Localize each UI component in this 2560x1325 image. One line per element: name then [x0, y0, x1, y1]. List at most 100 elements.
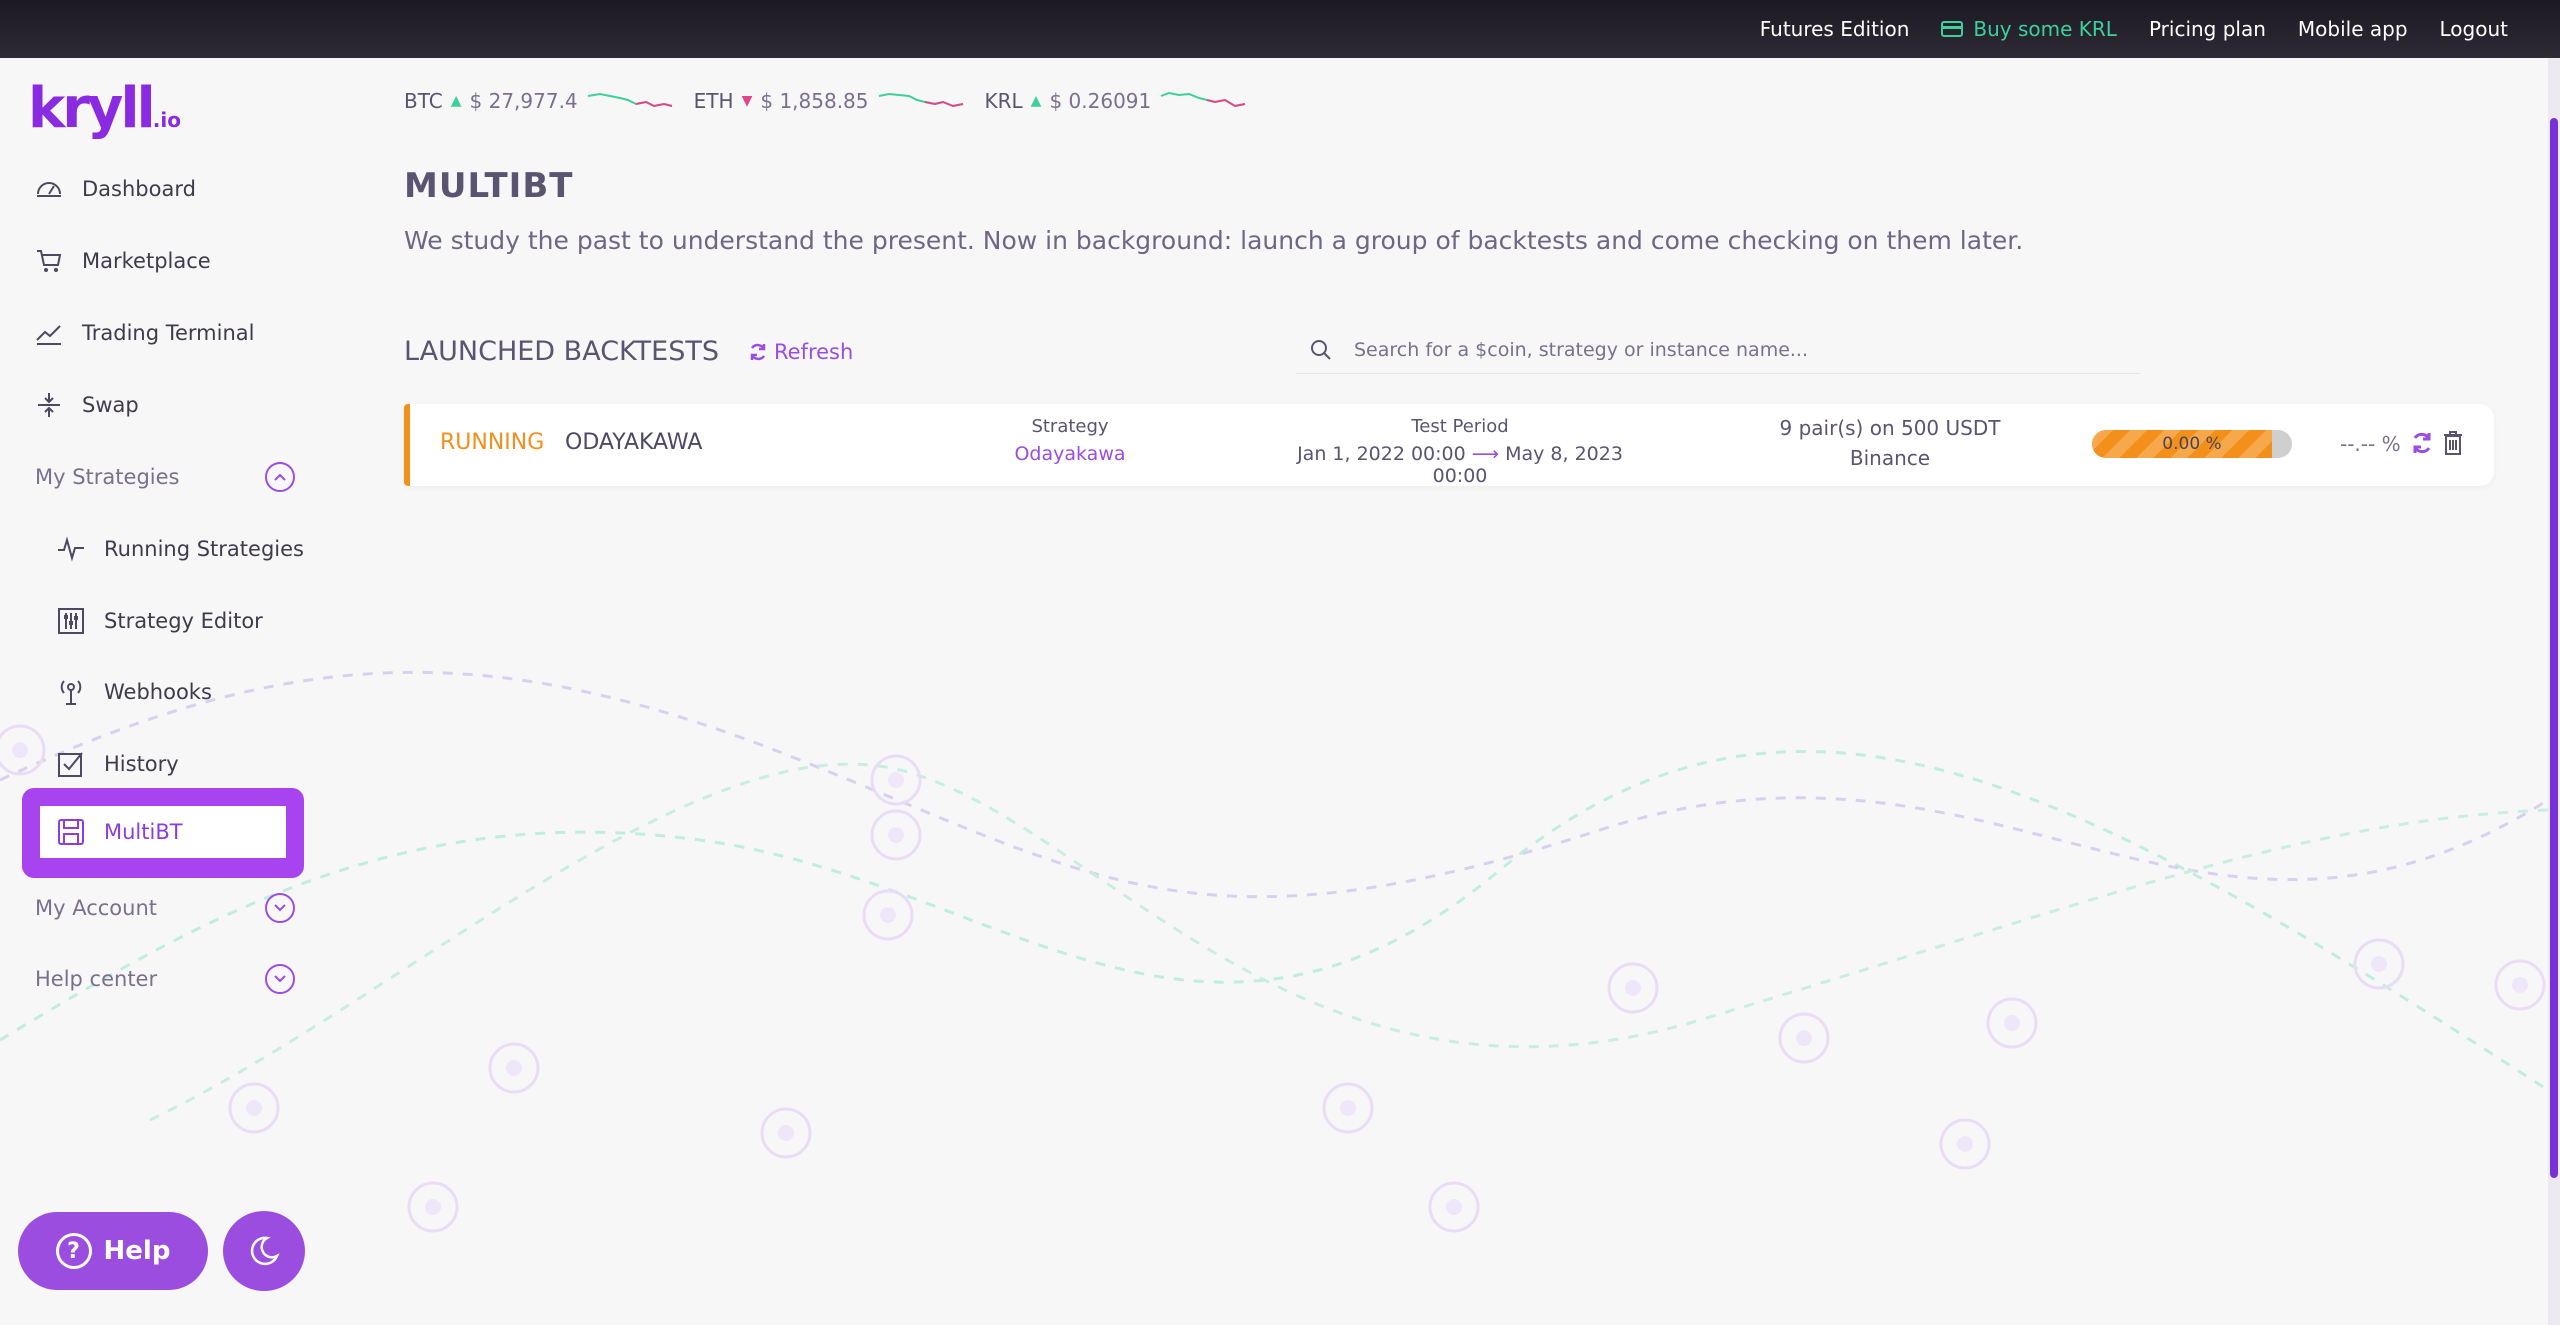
ticker-eth: ETH ▼ $ 1,858.85 [694, 88, 965, 114]
sidebar-item-strategy-editor[interactable]: Strategy Editor [56, 601, 263, 641]
section-title: LAUNCHED BACKTESTS [404, 336, 719, 367]
sparkline [587, 92, 672, 108]
mobile-app-link[interactable]: Mobile app [2298, 17, 2408, 41]
sliders-icon [58, 608, 84, 634]
dark-mode-toggle[interactable] [223, 1211, 305, 1291]
sidebar-item-label: Trading Terminal [82, 321, 255, 345]
sidebar: kryll.io Dashboard Marketplace Trading T… [0, 58, 320, 1325]
ticker-price: $ 0.26091 [1049, 89, 1152, 113]
result-percent: --.-- % [2340, 432, 2401, 456]
progress-bar: 0.00 % [2092, 430, 2292, 458]
arrow-right-icon: ⟶ [1471, 443, 1500, 465]
sidebar-section-my-account[interactable]: My Account [35, 888, 295, 928]
futures-edition-link[interactable]: Futures Edition [1760, 17, 1910, 41]
top-bar: Futures Edition Buy some KRL Pricing pla… [0, 0, 2560, 58]
backtest-row[interactable]: RUNNING ODAYAKAWA Strategy Odayakawa Tes… [404, 404, 2494, 487]
sidebar-item-history[interactable]: History [56, 744, 179, 784]
sidebar-item-label: Dashboard [82, 177, 196, 201]
save-icon [58, 819, 84, 845]
pulse-icon [58, 536, 84, 562]
ticker-symbol: KRL [984, 89, 1023, 113]
sparkline [1160, 91, 1246, 108]
search-bar [1296, 326, 2140, 374]
strategy-link[interactable]: Odayakawa [970, 443, 1170, 465]
restart-icon[interactable] [2410, 430, 2434, 456]
chevron-up-icon [265, 462, 295, 492]
buy-krl-link[interactable]: Buy some KRL [1941, 17, 2117, 41]
sidebar-item-running-strategies[interactable]: Running Strategies [56, 529, 304, 569]
sidebar-section-help-center[interactable]: Help center [35, 959, 295, 999]
sidebar-section-my-strategies[interactable]: My Strategies [35, 457, 295, 497]
ticker-price: $ 1,858.85 [760, 89, 869, 113]
sidebar-item-label: Marketplace [82, 249, 211, 273]
logo-suffix: .io [152, 108, 181, 132]
strategy-column: Strategy Odayakawa [970, 416, 1170, 465]
instance-name: ODAYAKAWA [565, 430, 703, 455]
ticker-symbol: BTC [404, 89, 443, 113]
chevron-down-icon [265, 964, 295, 994]
triangle-down-icon: ▼ [741, 93, 753, 109]
cart-icon [37, 250, 62, 272]
triangle-up-icon: ▲ [1030, 93, 1042, 109]
scrollbar-thumb[interactable] [2550, 118, 2558, 1178]
period-start: Jan 1, 2022 00:00 [1297, 443, 1466, 465]
sidebar-item-label: Swap [82, 393, 139, 417]
scrollbar[interactable] [2548, 58, 2560, 1325]
status-badge: RUNNING [440, 430, 545, 455]
sparkline [878, 92, 963, 108]
section-label: Help center [35, 967, 158, 991]
exchange-value: Binance [1849, 446, 1931, 470]
page-title: MULTIBT [404, 166, 574, 206]
help-label: Help [103, 1236, 171, 1266]
chart-line-icon [36, 325, 61, 345]
ticker-krl: KRL ▲ $ 0.26091 [985, 88, 1248, 114]
refresh-label: Refresh [774, 340, 854, 364]
background-decoration [0, 670, 2548, 1233]
sidebar-item-label: Webhooks [104, 680, 212, 704]
gauge-icon [37, 182, 61, 197]
antenna-icon [60, 680, 82, 705]
logout-link[interactable]: Logout [2440, 17, 2508, 41]
section-label: My Account [35, 896, 158, 920]
search-input[interactable] [1354, 338, 2114, 361]
logo-text: kryll [28, 76, 156, 141]
progress-text: 0.00 % [2162, 434, 2222, 454]
test-period-label: Test Period [1411, 416, 1509, 437]
chevron-down-icon [265, 893, 295, 923]
refresh-button[interactable]: Refresh [748, 340, 853, 364]
sidebar-item-webhooks[interactable]: Webhooks [56, 672, 212, 712]
pricing-plan-link[interactable]: Pricing plan [2149, 17, 2266, 41]
sidebar-item-dashboard[interactable]: Dashboard [34, 169, 196, 209]
help-button[interactable]: ? Help [18, 1212, 208, 1290]
swap-icon [38, 393, 60, 417]
pairs-value: 9 pair(s) on 500 USDT [1779, 416, 2001, 440]
pairs-column: 9 pair(s) on 500 USDT Binance [1730, 416, 2050, 470]
sidebar-item-label: History [104, 752, 179, 776]
sidebar-item-trading-terminal[interactable]: Trading Terminal [34, 313, 254, 353]
triangle-up-icon: ▲ [450, 93, 462, 109]
strategy-label: Strategy [1031, 416, 1109, 437]
refresh-icon [750, 343, 766, 361]
sidebar-item-swap[interactable]: Swap [34, 385, 139, 425]
checkbox-icon [58, 752, 83, 777]
card-icon [1941, 21, 1964, 37]
search-icon [1311, 339, 1331, 360]
section-label: My Strategies [35, 465, 180, 489]
kryll-logo[interactable]: kryll.io [28, 76, 181, 141]
ticker-btc: BTC ▲ $ 27,977.4 [404, 88, 674, 114]
test-period-value: Jan 1, 2022 00:00 ⟶ May 8, 2023 00:00 [1270, 443, 1650, 487]
sidebar-item-multibt[interactable]: MultiBT [40, 806, 286, 858]
sidebar-item-multibt-highlight: MultiBT [22, 788, 304, 878]
price-ticker: BTC ▲ $ 27,977.4 ETH ▼ $ 1,858.85 KRL ▲ … [404, 88, 1247, 114]
moon-icon [250, 1236, 280, 1266]
sidebar-item-marketplace[interactable]: Marketplace [34, 241, 211, 281]
ticker-symbol: ETH [693, 89, 734, 113]
test-period-column: Test Period Jan 1, 2022 00:00 ⟶ May 8, 2… [1270, 416, 1650, 487]
buy-krl-label: Buy some KRL [1973, 17, 2117, 41]
sidebar-item-label: Strategy Editor [104, 609, 263, 633]
sidebar-item-label: Running Strategies [104, 537, 304, 561]
sidebar-item-label: MultiBT [104, 820, 183, 844]
question-icon: ? [55, 1233, 92, 1269]
trash-icon[interactable] [2442, 430, 2464, 456]
page-description: We study the past to understand the pres… [404, 226, 2024, 255]
